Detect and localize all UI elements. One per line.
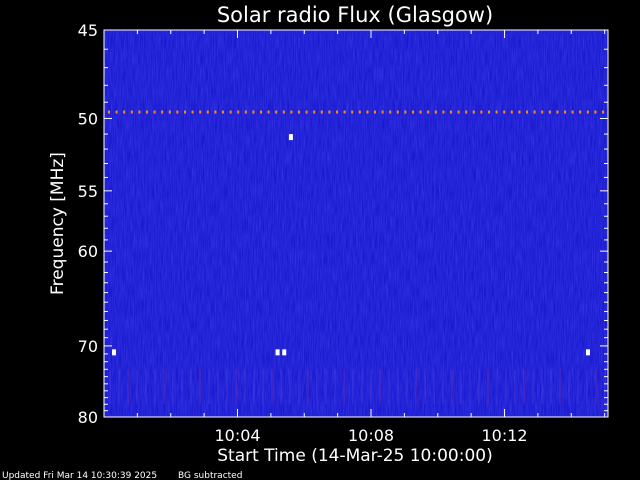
emission-line-dash: [191, 110, 194, 114]
emission-line-dash: [336, 110, 338, 114]
emission-line-dash: [184, 110, 186, 114]
emission-line-dash: [130, 110, 133, 114]
emission-line-dash: [533, 110, 536, 114]
emission-line-dash: [465, 110, 468, 114]
emission-line-dash: [472, 110, 475, 114]
bright-spot: [282, 349, 287, 356]
footer-updated: Updated Fri Mar 14 10:30:39 2025: [2, 471, 157, 480]
emission-line-dash: [427, 110, 430, 114]
emission-line-dash: [419, 110, 422, 114]
x-tick-label: 10:08: [348, 426, 394, 445]
spectrogram-noise-texture: [104, 30, 608, 417]
emission-line-dash: [366, 110, 369, 114]
emission-line-dash: [442, 110, 445, 114]
emission-line-dash: [206, 110, 209, 114]
emission-line-dash: [138, 110, 141, 114]
emission-line-dash: [404, 110, 407, 114]
emission-line-dash: [396, 110, 399, 114]
y-tick-label: 70: [78, 337, 98, 356]
plot-area: [103, 29, 609, 418]
y-axis-label: Frequency [MHz]: [48, 152, 68, 295]
emission-line-dash: [343, 110, 346, 114]
emission-line-dash: [586, 110, 589, 114]
emission-line-dash: [320, 110, 323, 114]
bright-spot: [275, 349, 280, 356]
emission-line-dash: [153, 110, 156, 114]
y-tick-label: 50: [78, 109, 98, 128]
y-tick-label: 55: [78, 182, 98, 201]
emission-line-dash: [290, 110, 293, 114]
emission-line-dash: [434, 110, 437, 114]
footer-note: BG subtracted: [178, 471, 242, 480]
emission-line-dash: [480, 110, 483, 114]
emission-line-dash: [252, 110, 255, 114]
emission-line-dash: [541, 110, 544, 114]
emission-line-dash: [123, 110, 126, 114]
emission-line-dash: [214, 110, 217, 114]
emission-line-dash: [176, 110, 179, 114]
x-tick-label: 10:12: [481, 426, 527, 445]
bright-spot: [585, 349, 590, 356]
emission-line-dash: [199, 110, 202, 114]
emission-line-dash: [556, 110, 559, 114]
y-tick-label: 80: [78, 408, 98, 427]
emission-line-dash: [146, 110, 148, 114]
emission-line-dash: [275, 110, 278, 114]
emission-line-dash: [282, 110, 285, 114]
emission-line-dash: [510, 110, 513, 114]
emission-line-dash: [526, 110, 528, 114]
spectrogram-figure: Solar radio Flux (Glasgow) 455055607080 …: [2, 3, 609, 480]
emission-line-dash: [495, 110, 498, 114]
emission-line-dash: [412, 110, 414, 114]
emission-line-dash: [313, 110, 316, 114]
emission-line-dash: [503, 110, 506, 114]
emission-line-dash: [161, 110, 164, 114]
bright-spot: [288, 134, 293, 141]
bright-spot: [112, 349, 117, 356]
emission-line-dash: [602, 110, 604, 114]
emission-line-dash: [358, 110, 361, 114]
emission-line-dash: [381, 110, 384, 114]
emission-line-dash: [488, 110, 490, 114]
emission-line-dash: [108, 110, 110, 114]
emission-line-dash: [229, 110, 232, 114]
emission-line-dash: [548, 110, 551, 114]
emission-line-dash: [328, 110, 331, 114]
chart-title: Solar radio Flux (Glasgow): [217, 3, 493, 27]
emission-line-dash: [564, 110, 566, 114]
emission-line-dash: [389, 110, 392, 114]
emission-line-dash: [222, 110, 224, 114]
y-tick-label: 45: [78, 21, 98, 40]
emission-line-dash: [457, 110, 460, 114]
emission-line-dash: [579, 110, 582, 114]
emission-line-dash: [168, 110, 171, 114]
emission-line-dash: [571, 110, 574, 114]
x-tick-label: 10:04: [214, 426, 260, 445]
emission-line-dash: [518, 110, 521, 114]
emission-line-dash: [237, 110, 240, 114]
emission-line-dash: [450, 110, 452, 114]
emission-line-dash: [594, 110, 597, 114]
emission-line-dash: [351, 110, 354, 114]
emission-line-dash: [374, 110, 376, 114]
emission-line-dash: [298, 110, 300, 114]
emission-line-dash: [115, 110, 118, 114]
emission-line-dash: [305, 110, 308, 114]
emission-line-dash: [260, 110, 262, 114]
emission-line-dash: [244, 110, 247, 114]
emission-line-dash: [267, 110, 270, 114]
x-axis-label: Start Time (14-Mar-25 10:00:00): [217, 446, 492, 466]
y-tick-label: 60: [78, 242, 98, 261]
